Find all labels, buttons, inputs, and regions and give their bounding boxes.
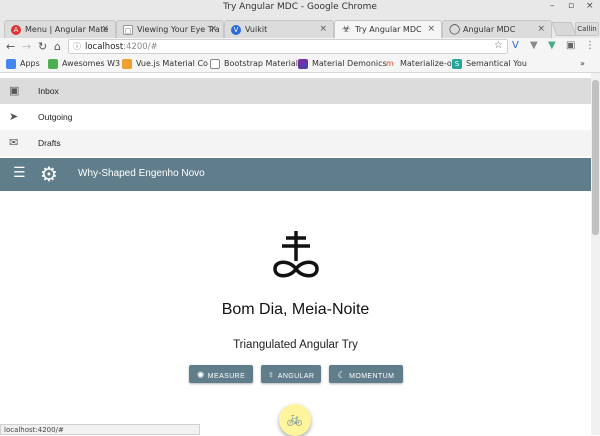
bookmark-awesomes-w3[interactable]: Awesomes W3 [48, 59, 121, 69]
angular-button[interactable]: ☿ ANGULAR [261, 365, 321, 383]
tab-try-angular-mdc[interactable]: ☣ Try Angular MDC × [334, 20, 442, 38]
tab-label: Angular MDC [463, 25, 516, 34]
tab-close-icon[interactable]: × [427, 24, 435, 34]
close-window-button[interactable]: × [586, 1, 594, 11]
angular-icon: ☿ [267, 370, 275, 380]
drawer-item-label: Inbox [38, 86, 59, 96]
bookmark-materialize[interactable]: m Materialize-o [386, 59, 452, 68]
bookmark-label: Apps [20, 59, 40, 68]
vue-devtools-icon[interactable]: ▼ [548, 40, 556, 51]
drawer-item-drafts[interactable]: ✉ Drafts [0, 130, 591, 156]
button-label: ANGULAR [277, 373, 315, 380]
scrollbar-thumb[interactable] [592, 80, 599, 235]
top-app-bar: ☰ ⚙ Why-Shaped Engenho Novo [0, 158, 591, 191]
funnel-extension-icon[interactable]: ▼ [530, 40, 538, 51]
apps-icon [6, 59, 16, 69]
leviathan-cross-icon [273, 231, 319, 278]
gears-logo-icon: ⚙ [40, 162, 58, 186]
tab-close-icon[interactable]: × [209, 24, 217, 34]
w3-icon [48, 59, 58, 69]
tab-label: Vuikit [245, 25, 268, 34]
button-label: MOMENTUM [349, 373, 395, 380]
bookmark-semantical-you[interactable]: S Semantical You [452, 59, 527, 69]
maximize-button[interactable]: ▫ [568, 1, 574, 11]
drafts-icon: ✉ [9, 137, 19, 149]
bookmark-label: Materialize-o [400, 59, 452, 68]
gradient-icon [298, 59, 308, 69]
bookmark-label: Material Demonics [312, 59, 387, 68]
measure-button[interactable]: ✺ MEASURE [189, 365, 253, 383]
drawer-item-label: Drafts [38, 138, 61, 148]
forward-arrow-icon[interactable]: → [22, 40, 31, 53]
inbox-icon: ▣ [9, 85, 20, 97]
bookmark-label: Awesomes W3 [62, 59, 121, 68]
bicycle-icon: 🚲 [286, 412, 304, 427]
url-host: localhost [85, 42, 124, 52]
tab-label: Try Angular MDC [355, 25, 422, 34]
s-icon: S [452, 59, 462, 69]
info-icon[interactable]: ⓘ [73, 41, 81, 52]
tab-close-icon[interactable]: × [319, 24, 327, 34]
tab-menu-angular[interactable]: A Menu | Angular Mate × [4, 20, 116, 38]
drawer-item-outgoing[interactable]: ➤ Outgoing [0, 104, 591, 130]
home-icon[interactable]: ⌂ [54, 40, 61, 53]
url-path: :4200/# [123, 42, 158, 52]
reload-icon[interactable]: ↻ [38, 40, 47, 53]
tab-label: Viewing Your Eye Tra [137, 25, 220, 34]
drawer-item-label: Outgoing [38, 112, 73, 122]
bookmark-apps[interactable]: Apps [6, 59, 40, 69]
chrome-menu-icon[interactable]: ⋮ [585, 40, 595, 51]
page-viewport: ▣ Inbox ➤ Outgoing ✉ Drafts ☰ ⚙ Why-Shap… [0, 73, 591, 435]
doc-icon [210, 59, 220, 69]
tab-vuikit[interactable]: V Vuikit × [224, 20, 334, 38]
bookmarks-overflow-button[interactable]: » [580, 59, 585, 68]
github-favicon-icon: ◯ [449, 24, 461, 35]
hero-headline: Bom Dia, Meia-Noite [221, 301, 370, 318]
menu-icon[interactable]: ☰ [13, 165, 26, 181]
measure-icon: ✺ [196, 370, 205, 380]
tab-angular-mdc[interactable]: ◯ Angular MDC × [442, 20, 552, 38]
back-arrow-icon[interactable]: ← [6, 40, 15, 53]
bookmark-vuejs-material[interactable]: Vue.js Material Co [122, 59, 208, 69]
tab-close-icon[interactable]: × [101, 24, 109, 34]
window-title: Try Angular MDC - Google Chrome [223, 2, 377, 12]
tab-viewing-eye[interactable]: ▢ Viewing Your Eye Tra × [116, 20, 224, 38]
vuikit-favicon-icon: V [231, 25, 241, 35]
hero-section: Bom Dia, Meia-Noite Triangulated Angular… [0, 191, 591, 435]
hero-subhead: Triangulated Angular Try [233, 339, 358, 351]
bookmark-label: Bootstrap Material [224, 59, 299, 68]
momentum-icon: ☾ [337, 370, 347, 380]
window-titlebar: Try Angular MDC - Google Chrome – ▫ × [0, 0, 600, 18]
tab-close-icon[interactable]: × [537, 24, 545, 34]
bookmark-label: Vue.js Material Co [136, 59, 208, 68]
button-label: MEASURE [207, 373, 246, 380]
tab-label: Menu | Angular Mate [25, 25, 109, 34]
address-bar[interactable]: ⓘ localhost:4200/# [68, 39, 508, 54]
tab-strip: A Menu | Angular Mate × ▢ Viewing Your E… [0, 18, 600, 38]
drawer-item-inbox[interactable]: ▣ Inbox [0, 78, 591, 104]
send-icon: ➤ [9, 111, 19, 123]
vue-icon [122, 59, 132, 69]
vuikit-extension-icon[interactable]: V [512, 40, 519, 51]
page-favicon-icon: ▢ [123, 25, 133, 35]
bookmark-material-demonics[interactable]: Material Demonics [298, 59, 387, 69]
extension-icon[interactable]: ▣ [566, 40, 575, 51]
m-icon: m [386, 59, 394, 68]
angular-favicon-icon: A [11, 25, 21, 35]
biohazard-favicon-icon: ☣ [341, 24, 351, 35]
bike-fab-button[interactable]: 🚲 [279, 404, 311, 436]
status-bar: localhost:4200/# [0, 424, 200, 435]
bookmark-label: Semantical You [466, 59, 527, 68]
momentum-button[interactable]: ☾ MOMENTUM [329, 365, 403, 383]
bookmarks-bar: Apps Awesomes W3 Vue.js Material Co Boot… [0, 56, 600, 73]
app-title: Why-Shaped Engenho Novo [78, 168, 205, 179]
bookmark-star-icon[interactable]: ☆ [494, 40, 503, 51]
profile-button[interactable]: Callin [575, 22, 599, 36]
bookmark-bootstrap-material[interactable]: Bootstrap Material [210, 59, 299, 69]
minimize-button[interactable]: – [550, 1, 555, 11]
